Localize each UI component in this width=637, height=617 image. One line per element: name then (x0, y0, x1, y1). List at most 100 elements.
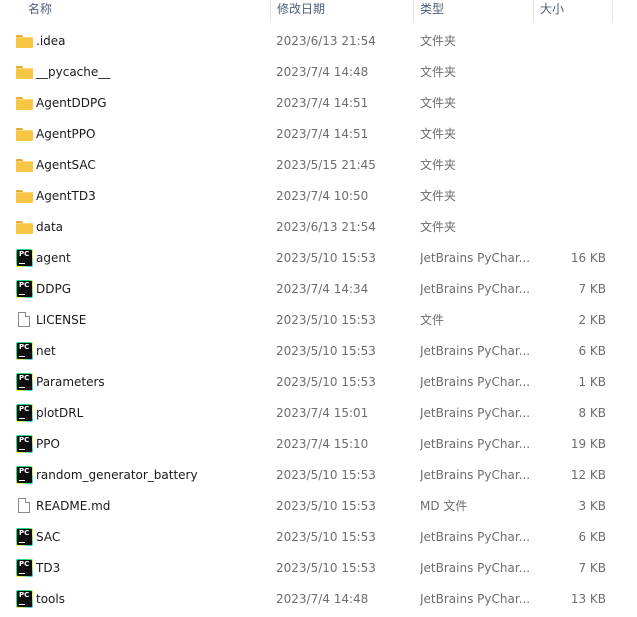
file-row[interactable]: AgentDDPG 2023/7/4 14:51 文件夹 (0, 88, 637, 119)
file-name: TD3 (36, 561, 61, 575)
file-name: tools (36, 592, 65, 606)
file-size (540, 150, 606, 181)
pycharm-file-icon: PC (16, 280, 33, 298)
file-name: AgentTD3 (36, 189, 96, 203)
file-date-modified: 2023/7/4 14:48 (276, 65, 369, 79)
file-date-modified: 2023/6/13 21:54 (276, 220, 376, 234)
file-name: plotDRL (36, 406, 84, 420)
file-date-modified: 2023/7/4 14:51 (276, 96, 369, 110)
file-row[interactable]: PC tools 2023/7/4 14:48 JetBrains PyChar...… (0, 584, 637, 615)
folder-icon (16, 33, 33, 50)
file-type: 文件夹 (420, 127, 457, 141)
file-date-modified: 2023/5/10 15:53 (276, 499, 376, 513)
file-name: agent (36, 251, 71, 265)
file-size: 6 KB (578, 344, 606, 358)
file-name: random_generator_battery (36, 468, 198, 482)
file-date-modified: 2023/5/10 15:53 (276, 344, 376, 358)
file-date-modified: 2023/7/4 14:48 (276, 592, 369, 606)
pycharm-file-icon: PC (16, 466, 33, 484)
file-size: 13 KB (570, 592, 606, 606)
file-type: MD 文件 (420, 499, 468, 513)
file-date-modified: 2023/5/10 15:53 (276, 561, 376, 575)
file-row[interactable]: data 2023/6/13 21:54 文件夹 (0, 212, 637, 243)
file-type: JetBrains PyChar... (420, 344, 530, 358)
pycharm-file-icon: PC (16, 373, 33, 391)
file-type: JetBrains PyChar... (420, 406, 530, 420)
file-type: 文件夹 (420, 34, 457, 48)
pycharm-file-icon: PC (16, 559, 33, 577)
file-type: 文件夹 (420, 96, 457, 110)
file-name: AgentDDPG (36, 96, 107, 110)
file-row[interactable]: PC random_generator_battery 2023/5/10 15:5… (0, 460, 637, 491)
file-size: 16 KB (570, 251, 606, 265)
file-row[interactable]: .idea 2023/6/13 21:54 文件夹 (0, 26, 637, 57)
folder-icon (16, 95, 33, 112)
file-date-modified: 2023/5/15 21:45 (276, 158, 376, 172)
file-name: DDPG (36, 282, 72, 296)
file-row[interactable]: README.md 2023/5/10 15:53 MD 文件 3 KB (0, 491, 637, 522)
folder-icon (16, 157, 33, 174)
file-type: JetBrains PyChar... (420, 375, 530, 389)
folder-icon (16, 219, 33, 236)
file-type: 文件夹 (420, 158, 457, 172)
file-type: JetBrains PyChar... (420, 592, 530, 606)
file-type: JetBrains PyChar... (420, 437, 530, 451)
file-type: JetBrains PyChar... (420, 468, 530, 482)
blank-file-icon (16, 312, 33, 329)
column-header-name[interactable]: 名称 (22, 0, 268, 22)
file-row[interactable]: PC DDPG 2023/7/4 14:34 JetBrains PyChar... 7… (0, 274, 637, 305)
file-row[interactable]: AgentPPO 2023/7/4 14:51 文件夹 (0, 119, 637, 150)
file-row[interactable]: PC net 2023/5/10 15:53 JetBrains PyChar... 6… (0, 336, 637, 367)
pycharm-file-icon: PC (16, 590, 33, 608)
pycharm-file-icon: PC (16, 528, 33, 546)
file-row[interactable]: PC plotDRL 2023/7/4 15:01 JetBrains PyChar.… (0, 398, 637, 429)
file-date-modified: 2023/5/10 15:53 (276, 468, 376, 482)
file-type: JetBrains PyChar... (420, 282, 530, 296)
file-type: JetBrains PyChar... (420, 561, 530, 575)
file-row[interactable]: __pycache__ 2023/7/4 14:48 文件夹 (0, 57, 637, 88)
file-size (540, 119, 606, 150)
file-size: 7 KB (578, 561, 606, 575)
file-row[interactable]: LICENSE 2023/5/10 15:53 文件 2 KB (0, 305, 637, 336)
file-date-modified: 2023/7/4 10:50 (276, 189, 369, 203)
column-header-size[interactable]: 大小 (533, 0, 613, 22)
file-size (540, 181, 606, 212)
file-date-modified: 2023/7/4 15:01 (276, 406, 369, 420)
file-size: 3 KB (578, 499, 606, 513)
file-size (540, 26, 606, 57)
file-date-modified: 2023/7/4 14:34 (276, 282, 369, 296)
file-row[interactable]: PC agent 2023/5/10 15:53 JetBrains PyChar..… (0, 243, 637, 274)
file-row[interactable]: AgentSAC 2023/5/15 21:45 文件夹 (0, 150, 637, 181)
file-row[interactable]: PC Parameters 2023/5/10 15:53 JetBrains PyC… (0, 367, 637, 398)
file-row[interactable]: PC PPO 2023/7/4 15:10 JetBrains PyChar... 19… (0, 429, 637, 460)
blank-file-icon (16, 498, 33, 515)
file-size: 7 KB (578, 282, 606, 296)
column-header-bar: 名称 修改日期 类型 大小 (0, 0, 637, 22)
column-header-date-modified[interactable]: 修改日期 (270, 0, 413, 22)
file-name: AgentPPO (36, 127, 96, 141)
file-date-modified: 2023/7/4 14:51 (276, 127, 369, 141)
file-name: .idea (36, 34, 66, 48)
file-row[interactable]: PC SAC 2023/5/10 15:53 JetBrains PyChar... 6… (0, 522, 637, 553)
file-size: 19 KB (570, 437, 606, 451)
file-row[interactable]: PC TD3 2023/5/10 15:53 JetBrains PyChar... 7… (0, 553, 637, 584)
file-type: JetBrains PyChar... (420, 251, 530, 265)
column-header-type[interactable]: 类型 (413, 0, 533, 22)
file-name: AgentSAC (36, 158, 96, 172)
file-type: 文件夹 (420, 65, 457, 79)
file-size: 2 KB (578, 313, 606, 327)
folder-icon (16, 188, 33, 205)
file-type: JetBrains PyChar... (420, 530, 530, 544)
file-name: SAC (36, 530, 61, 544)
file-name: LICENSE (36, 313, 87, 327)
file-name: data (36, 220, 64, 234)
pycharm-file-icon: PC (16, 249, 33, 267)
file-list: .idea 2023/6/13 21:54 文件夹 __pycache__ 2023/7… (0, 26, 637, 615)
file-name: README.md (36, 499, 111, 513)
file-size: 1 KB (578, 375, 606, 389)
file-date-modified: 2023/5/10 15:53 (276, 530, 376, 544)
file-row[interactable]: AgentTD3 2023/7/4 10:50 文件夹 (0, 181, 637, 212)
file-date-modified: 2023/7/4 15:10 (276, 437, 369, 451)
file-size (540, 212, 606, 243)
file-date-modified: 2023/6/13 21:54 (276, 34, 376, 48)
